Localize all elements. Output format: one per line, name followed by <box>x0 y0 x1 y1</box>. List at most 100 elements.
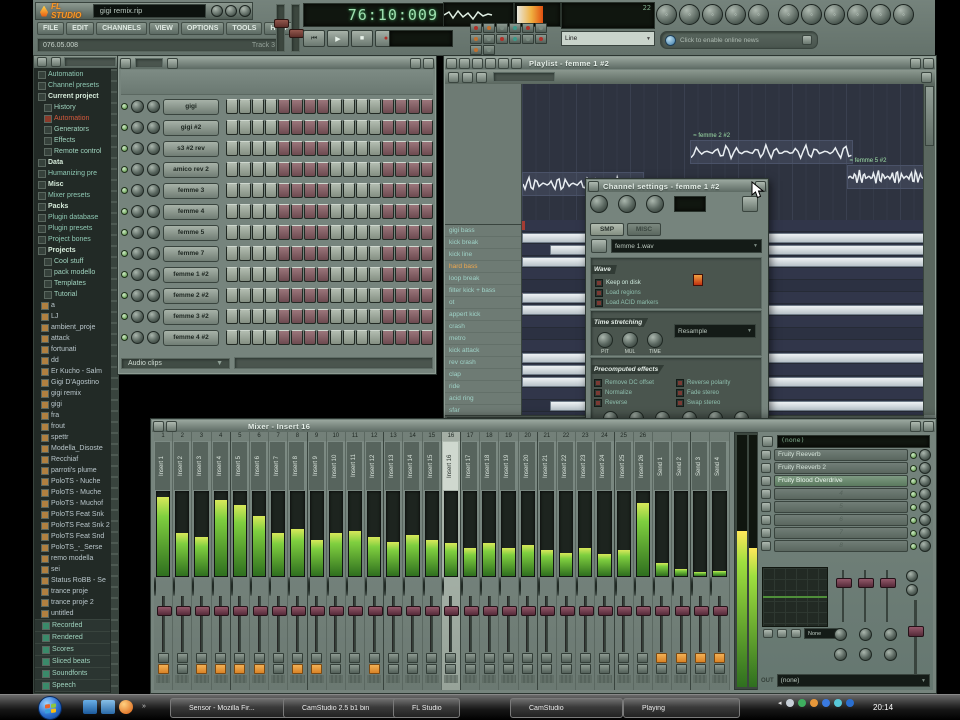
checkbox[interactable] <box>595 289 603 297</box>
channel-mute-led[interactable] <box>121 124 128 131</box>
strip-pan-knob[interactable] <box>652 577 655 596</box>
step-cell[interactable] <box>226 267 238 282</box>
toggle-button-3[interactable] <box>496 23 508 33</box>
fx-slot-menu-icon[interactable] <box>761 502 771 512</box>
browser-item[interactable]: fortunati <box>35 344 110 355</box>
playlist-menu-icon[interactable] <box>446 57 457 69</box>
strip-fader-knob[interactable] <box>367 606 383 616</box>
channel-volume-knob[interactable] <box>147 268 160 281</box>
step-cell[interactable] <box>369 288 381 303</box>
step-cell[interactable] <box>343 162 355 177</box>
channel-pan-knob[interactable] <box>131 310 144 323</box>
strip-fader-knob[interactable] <box>156 606 172 616</box>
channel-mute-led[interactable] <box>121 313 128 320</box>
strip-fx-badge[interactable] <box>445 664 457 674</box>
step-cell[interactable] <box>369 225 381 240</box>
strip-mute-button[interactable] <box>675 653 687 663</box>
fx-slot-enable-led[interactable] <box>910 529 917 537</box>
fx-slot-mix-knob[interactable] <box>919 514 931 526</box>
step-cell[interactable] <box>317 309 329 324</box>
step-cell[interactable] <box>421 267 433 282</box>
eq-band-slider-1[interactable] <box>836 570 852 622</box>
fx-slot-mix-knob[interactable] <box>919 527 931 539</box>
step-cell[interactable] <box>252 120 264 135</box>
browser-item[interactable]: a <box>35 300 110 311</box>
option-load-acid-markers[interactable]: Load ACID markers <box>595 298 757 308</box>
step-cell[interactable] <box>356 99 368 114</box>
track-fader[interactable] <box>908 600 924 678</box>
step-cell[interactable] <box>382 141 394 156</box>
step-cell[interactable] <box>304 141 316 156</box>
step-cell[interactable] <box>395 246 407 261</box>
browser-item[interactable]: Modella_Disoste <box>35 443 110 454</box>
browser-item[interactable]: trance proje 2 <box>35 597 110 608</box>
seq-minimize-icon[interactable] <box>410 57 421 69</box>
strip-fader-knob[interactable] <box>290 606 306 616</box>
channel-volume-knob[interactable] <box>147 163 160 176</box>
option-reverse[interactable]: Reverse <box>594 398 676 408</box>
channel-pan-knob[interactable] <box>131 226 144 239</box>
fx-menu-icon[interactable] <box>762 436 773 447</box>
step-cell[interactable] <box>304 225 316 240</box>
mixer-menu-icon[interactable] <box>153 420 164 432</box>
step-cell[interactable] <box>343 120 355 135</box>
browser-item[interactable]: ambient_proje <box>35 322 110 333</box>
channel-mute-led[interactable] <box>121 166 128 173</box>
channel-button[interactable]: gigi <box>163 98 219 115</box>
step-cell[interactable] <box>291 267 303 282</box>
step-cell[interactable] <box>369 267 381 282</box>
channel-volume-knob[interactable] <box>147 205 160 218</box>
channel-volume-knob[interactable] <box>147 100 160 113</box>
strip-fx-badge[interactable] <box>618 664 630 674</box>
channel-button[interactable]: gigi #2 <box>163 119 219 136</box>
step-cell[interactable] <box>317 225 329 240</box>
checkbox[interactable] <box>676 389 684 397</box>
browser-item[interactable]: LJ <box>35 311 110 322</box>
step-cell[interactable] <box>356 330 368 345</box>
knob-time[interactable] <box>647 332 663 348</box>
step-cell[interactable] <box>408 225 420 240</box>
browser-item[interactable]: PoloTS Feat Snk <box>35 509 110 520</box>
eq-graph[interactable] <box>762 567 828 627</box>
step-cell[interactable] <box>369 99 381 114</box>
step-cell[interactable] <box>239 288 251 303</box>
step-cell[interactable] <box>239 99 251 114</box>
slide-icon[interactable] <box>462 71 473 83</box>
quicklaunch-icon-2[interactable] <box>101 700 115 714</box>
channel-pan-knob[interactable] <box>131 142 144 155</box>
strip-fx-badge[interactable] <box>407 664 419 674</box>
eq-band-knob[interactable] <box>836 578 852 588</box>
channel-pan-knob[interactable] <box>131 205 144 218</box>
step-cell[interactable] <box>330 204 342 219</box>
step-cell[interactable] <box>291 204 303 219</box>
channel-volume-knob[interactable] <box>147 226 160 239</box>
tray-icon-2[interactable] <box>797 699 806 707</box>
step-cell[interactable] <box>317 204 329 219</box>
step-cell[interactable] <box>278 246 290 261</box>
strip-fx-badge[interactable] <box>502 664 514 674</box>
strip-fx-badge[interactable] <box>579 664 591 674</box>
strip-pan-knob[interactable] <box>365 577 368 596</box>
pan-knob-right[interactable] <box>906 584 918 596</box>
step-cell[interactable] <box>239 120 251 135</box>
step-cell[interactable] <box>278 267 290 282</box>
strip-fader-knob[interactable] <box>693 606 709 616</box>
select-icon[interactable] <box>476 71 487 83</box>
browser-item[interactable]: PoloTS_-_Serse <box>35 542 110 553</box>
playlist-track-name[interactable]: gigi bass <box>445 225 521 237</box>
step-cell[interactable] <box>382 204 394 219</box>
channel-volume-knob[interactable] <box>147 289 160 302</box>
step-cell[interactable] <box>265 162 277 177</box>
step-cell[interactable] <box>408 120 420 135</box>
fx-slot-enable-led[interactable] <box>910 464 917 472</box>
strip-fader[interactable] <box>559 596 575 652</box>
checkbox[interactable] <box>595 279 603 287</box>
browser-item[interactable]: Recorded <box>35 619 110 631</box>
browser-item[interactable]: Data <box>35 157 110 168</box>
fx-slot-menu-icon[interactable] <box>761 528 771 538</box>
fx-slot-menu-icon[interactable] <box>761 476 771 486</box>
step-cell[interactable] <box>239 141 251 156</box>
shortcut-button-5[interactable]: ◦ <box>748 3 769 25</box>
step-cell[interactable] <box>356 225 368 240</box>
step-cell[interactable] <box>343 288 355 303</box>
